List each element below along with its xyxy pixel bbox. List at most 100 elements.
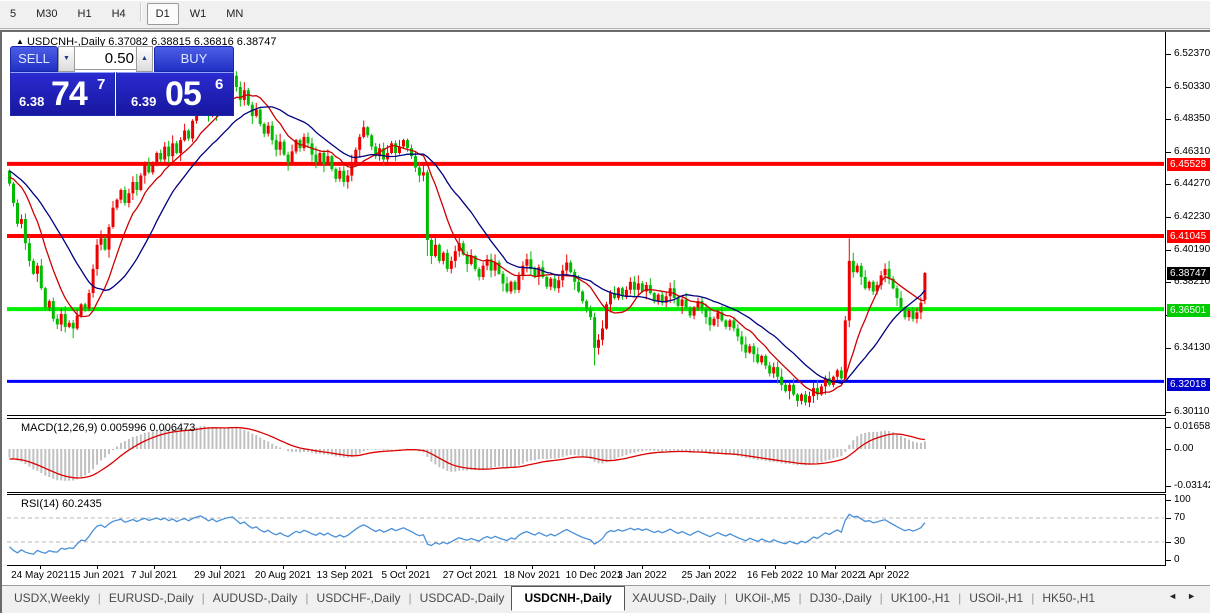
timeframe-button-5[interactable]: 5 <box>1 3 25 25</box>
price-badge: 6.32018 <box>1167 378 1210 391</box>
x-axis-label: 20 Aug 2021 <box>255 570 311 581</box>
buy-price-display[interactable]: 6.39 05 6 <box>116 72 234 116</box>
timeframe-toolbar: 5M30H1H4 D1W1MN <box>0 0 1210 29</box>
macd-label: MACD(12,26,9) 0.005996 0.006473 <box>21 422 195 434</box>
chart-tab-usdcad-daily[interactable]: USDCAD-,Daily <box>408 587 517 610</box>
chart-tab-uk100-h1[interactable]: UK100-,H1 <box>879 587 962 610</box>
chart-tab-xauusd-daily[interactable]: XAUUSD-,Daily <box>620 587 728 610</box>
y-axis-tick <box>1166 119 1171 120</box>
chart-tab-bar: USDX,Weekly|EURUSD-,Daily|AUDUSD-,Daily|… <box>2 585 1210 612</box>
buy-price-pips: 05 <box>165 75 201 114</box>
chart-tab-audusd-daily[interactable]: AUDUSD-,Daily <box>201 587 310 610</box>
rsi-axis-tick <box>1166 518 1171 519</box>
volume-increase-button[interactable]: ▲ <box>136 46 153 72</box>
chevron-down-icon: ▼ <box>63 55 70 62</box>
buy-price-point: 6 <box>215 76 223 93</box>
chart-tab-usdcnh-daily[interactable]: USDCNH-,Daily <box>511 586 624 611</box>
sell-price-point: 7 <box>97 76 105 93</box>
x-axis-tick <box>532 565 533 569</box>
chart-tab-hk50-h1[interactable]: HK50-,H1 <box>1030 587 1107 610</box>
chart-tab-ukoil-m5[interactable]: UKOil-,M5 <box>723 587 802 610</box>
y-axis-tick <box>1166 152 1171 153</box>
x-axis-label: 10 Dec 2021 <box>566 570 623 581</box>
x-axis-label: 13 Sep 2021 <box>317 570 374 581</box>
y-axis-tick <box>1166 282 1171 283</box>
y-axis-label: 6.42230 <box>1174 211 1210 222</box>
x-axis-label: 5 Oct 2021 <box>382 570 431 581</box>
macd-signal-value: 0.006473 <box>149 422 195 434</box>
x-axis-tick <box>885 565 886 569</box>
tab-scroll-arrows[interactable]: ◄► <box>1168 591 1206 601</box>
x-axis-label: 16 Feb 2022 <box>747 570 803 581</box>
rsi-label: RSI(14) 60.2435 <box>21 498 102 510</box>
y-axis-tick <box>1166 217 1171 218</box>
y-axis-tick <box>1166 54 1171 55</box>
rsi-pane[interactable]: RSI(14) 60.2435 <box>7 494 1166 566</box>
price-badge: 6.45528 <box>1167 158 1210 171</box>
x-axis-tick <box>406 565 407 569</box>
timeframe-button-h1[interactable]: H1 <box>69 3 101 25</box>
x-axis-tick <box>97 565 98 569</box>
price-badge: 6.41045 <box>1167 230 1210 243</box>
volume-input[interactable] <box>74 46 138 70</box>
price-badge: 6.36501 <box>1167 304 1210 317</box>
x-axis-label: 24 May 2021 <box>11 570 69 581</box>
one-click-trade-panel: SELL ▼ ▲ BUY 6.38 74 7 6.39 05 6 <box>10 46 232 136</box>
date-axis[interactable]: 24 May 202115 Jun 20217 Jul 202129 Jul 2… <box>2 565 1210 585</box>
macd-axis-tick <box>1166 427 1171 428</box>
chart-window: ▲ USDCNH-,Daily 6.37082 6.38815 6.36816 … <box>0 30 1210 613</box>
x-axis-tick <box>775 565 776 569</box>
macd-axis-tick <box>1166 449 1171 450</box>
rsi-axis-tick <box>1166 560 1171 561</box>
timeframe-button-mn[interactable]: MN <box>217 3 252 25</box>
buy-button[interactable]: BUY <box>154 46 234 72</box>
y-axis-label: 6.44270 <box>1174 178 1210 189</box>
volume-decrease-button[interactable]: ▼ <box>58 46 75 72</box>
timeframe-button-w1[interactable]: W1 <box>181 3 216 25</box>
ma-slow-line <box>10 107 925 383</box>
chart-tab-usdchf-daily[interactable]: USDCHF-,Daily <box>305 587 413 610</box>
sell-button[interactable]: SELL <box>10 46 58 72</box>
timeframe-button-d1[interactable]: D1 <box>147 3 179 25</box>
collapse-triangle-icon[interactable]: ▲ <box>16 37 24 46</box>
buy-price-handle: 6.39 <box>131 94 156 109</box>
y-axis-tick <box>1166 184 1171 185</box>
x-axis-tick <box>835 565 836 569</box>
x-axis-tick <box>642 565 643 569</box>
rsi-axis-label: 0 <box>1174 554 1180 565</box>
y-axis-label: 6.50330 <box>1174 81 1210 92</box>
x-axis-label: 29 Jul 2021 <box>194 570 246 581</box>
chart-tab-eurusd-daily[interactable]: EURUSD-,Daily <box>97 587 206 610</box>
rsi-axis-label: 100 <box>1174 494 1191 505</box>
y-axis-label: 6.48350 <box>1174 113 1210 124</box>
y-axis-tick <box>1166 87 1171 88</box>
rsi-axis-tick <box>1166 500 1171 501</box>
chart-tab-usdx-weekly[interactable]: USDX,Weekly <box>2 587 102 610</box>
chart-tab-dj30-daily[interactable]: DJ30-,Daily <box>798 587 884 610</box>
x-axis-label: 3 Jan 2022 <box>617 570 667 581</box>
y-axis-label: 6.46310 <box>1174 146 1210 157</box>
y-axis-tick <box>1166 348 1171 349</box>
toolbar-separator <box>140 3 142 21</box>
sell-price-handle: 6.38 <box>19 94 44 109</box>
macd-pane[interactable]: MACD(12,26,9) 0.005996 0.006473 <box>7 418 1166 493</box>
y-axis-label: 6.30110 <box>1174 406 1209 417</box>
x-axis-tick <box>709 565 710 569</box>
x-axis-tick <box>40 565 41 569</box>
rsi-line <box>10 514 925 554</box>
timeframe-button-h4[interactable]: H4 <box>103 3 135 25</box>
x-axis-tick <box>283 565 284 569</box>
price-badge: 6.38747 <box>1167 267 1210 280</box>
macd-axis-tick <box>1166 486 1171 487</box>
macd-axis-label: 0.016586 <box>1174 421 1210 432</box>
x-axis-label: 27 Oct 2021 <box>443 570 497 581</box>
x-axis-tick <box>345 565 346 569</box>
timeframe-button-m30[interactable]: M30 <box>27 3 66 25</box>
sell-price-display[interactable]: 6.38 74 7 <box>10 72 115 116</box>
x-axis-label: 25 Jan 2022 <box>681 570 736 581</box>
chevron-up-icon: ▲ <box>141 55 148 62</box>
chart-tab-usoil-h1[interactable]: USOil-,H1 <box>957 587 1035 610</box>
rsi-chart[interactable] <box>7 495 1164 565</box>
x-axis-label: 10 Mar 2022 <box>807 570 863 581</box>
y-axis-label: 6.34130 <box>1174 342 1210 353</box>
